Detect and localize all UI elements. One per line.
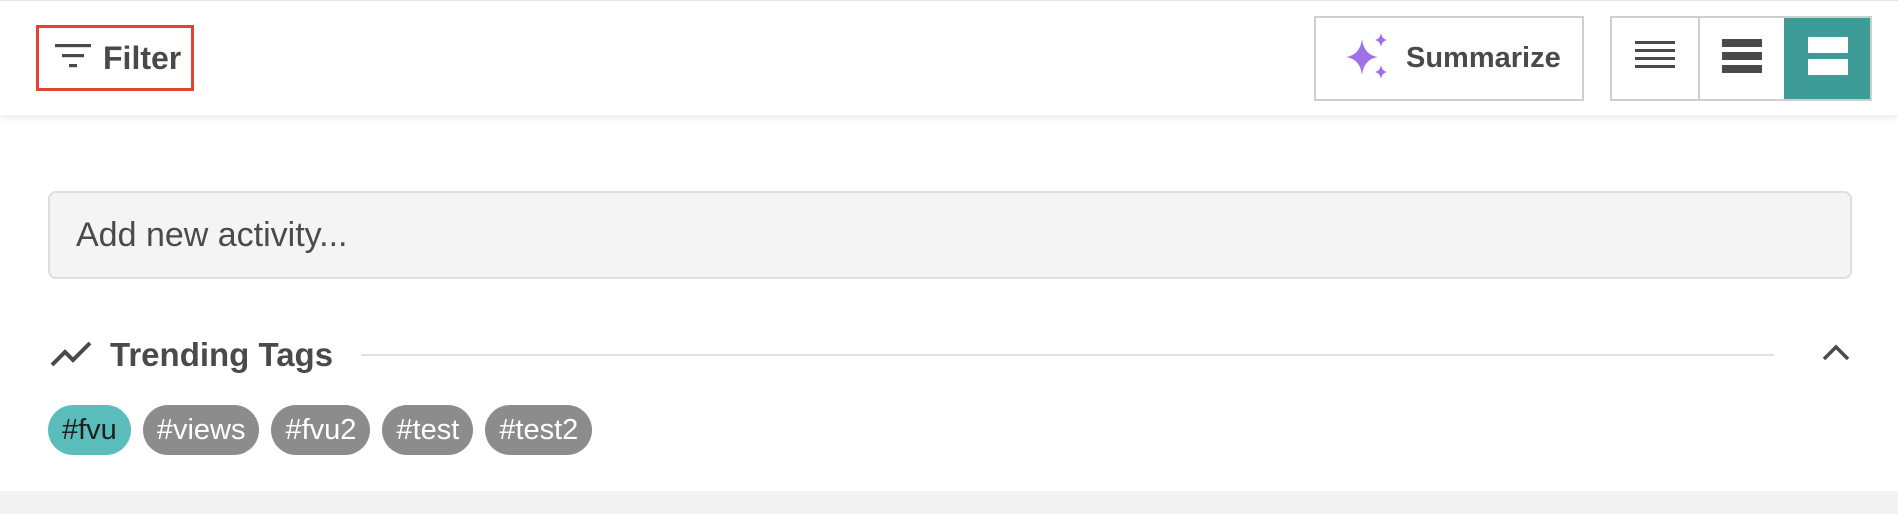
tag-chip[interactable]: #test bbox=[382, 405, 474, 455]
list-compact-icon bbox=[1634, 40, 1675, 77]
add-activity-input[interactable] bbox=[48, 191, 1852, 279]
list-expanded-icon bbox=[1807, 36, 1848, 81]
tag-chip[interactable]: #fvu2 bbox=[271, 405, 371, 455]
top-toolbar: Filter Summarize bbox=[0, 0, 1898, 115]
trending-tags-header: Trending Tags bbox=[50, 330, 1860, 380]
section-divider bbox=[361, 354, 1774, 356]
view-normal-button[interactable] bbox=[1697, 18, 1784, 99]
trending-tags-title: Trending Tags bbox=[110, 336, 334, 373]
collapse-button[interactable] bbox=[1812, 331, 1860, 379]
trending-tag-list: #fvu #views #fvu2 #test #test2 bbox=[48, 405, 593, 455]
view-compact-button[interactable] bbox=[1612, 18, 1698, 99]
summarize-label: Summarize bbox=[1406, 42, 1561, 74]
summarize-button[interactable]: Summarize bbox=[1314, 16, 1584, 101]
view-mode-toggle bbox=[1610, 16, 1872, 101]
sparkle-icon bbox=[1342, 31, 1392, 86]
tag-chip[interactable]: #fvu bbox=[48, 405, 131, 455]
tag-chip[interactable]: #test2 bbox=[485, 405, 593, 455]
list-normal-icon bbox=[1721, 39, 1762, 78]
content-footer bbox=[0, 491, 1898, 514]
activity-page: Filter Summarize Add new activity... Tre… bbox=[0, 0, 1898, 514]
filter-button[interactable]: Filter bbox=[36, 25, 194, 91]
view-expanded-button[interactable] bbox=[1783, 18, 1870, 99]
trending-up-icon bbox=[50, 338, 92, 373]
filter-label: Filter bbox=[103, 39, 182, 76]
filter-icon bbox=[55, 42, 91, 75]
chevron-up-icon bbox=[1822, 344, 1850, 367]
tag-chip[interactable]: #views bbox=[142, 405, 260, 455]
